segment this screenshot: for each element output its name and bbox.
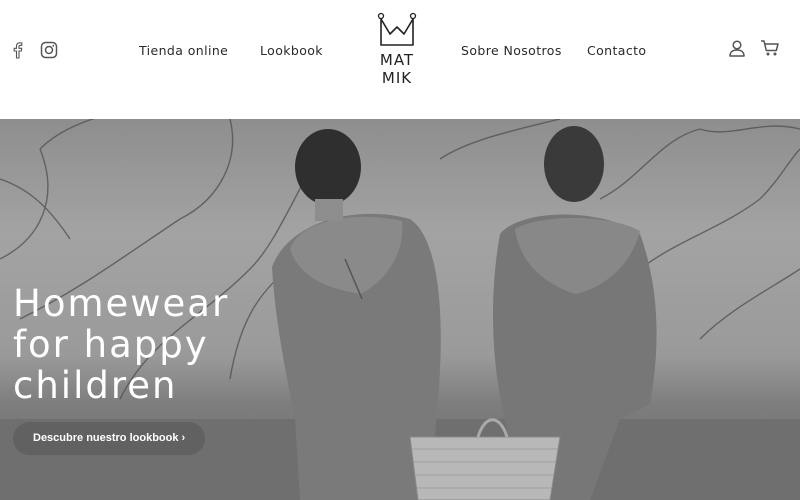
hero-banner: Homewear for happy children Descubre nue… [0,119,800,500]
hero-headline-line3: children [13,364,178,407]
logo-text-line1: MAT [379,51,415,69]
cart-icon[interactable] [760,39,780,61]
user-icon[interactable] [728,39,746,61]
facebook-icon[interactable] [10,41,26,59]
hero-headline-line2: for happy [13,323,209,366]
nav-sobre-nosotros[interactable]: Sobre Nosotros [461,43,562,58]
nav-contacto[interactable]: Contacto [587,43,646,58]
crown-icon [377,12,417,46]
lookbook-cta-button[interactable]: Descubre nuestro lookbook › [13,422,206,455]
social-links [10,41,58,59]
nav-tienda-online[interactable]: Tienda online [139,43,228,58]
hero-headline-line1: Homewear [13,282,230,325]
site-logo[interactable]: MAT MIK [373,12,421,90]
site-header: Tienda online Lookbook MAT MIK Sobre Nos… [0,0,800,119]
nav-lookbook[interactable]: Lookbook [260,43,323,58]
instagram-icon[interactable] [40,41,58,59]
logo-text-line2: MIK [381,69,413,87]
hero-headline: Homewear for happy children [13,283,229,406]
header-actions [728,39,780,61]
